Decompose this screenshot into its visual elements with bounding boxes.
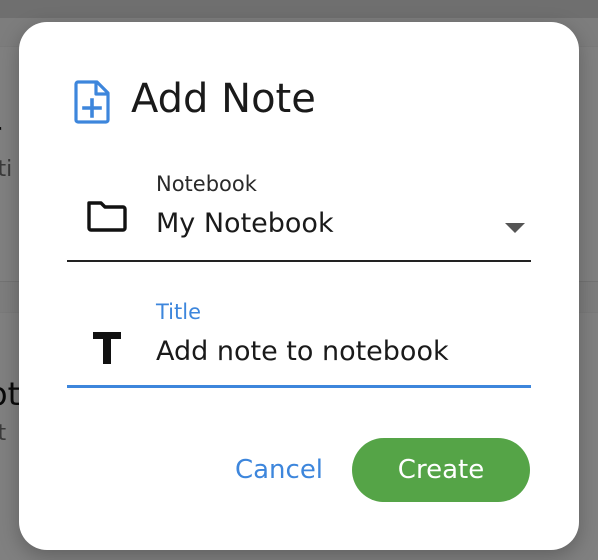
dialog-title: Add Note	[131, 76, 316, 122]
notebook-label: Notebook	[156, 172, 257, 196]
create-button[interactable]: Create	[352, 438, 530, 502]
cancel-button[interactable]: Cancel	[209, 438, 349, 502]
add-note-dialog: Add Note Notebook My Notebook Title Add …	[19, 22, 579, 550]
notebook-value: My Notebook	[156, 208, 334, 239]
title-label: Title	[156, 300, 202, 324]
notebook-underline	[67, 260, 531, 262]
title-value[interactable]: Add note to notebook	[156, 336, 449, 367]
title-input[interactable]: Title Add note to notebook	[67, 298, 531, 392]
notebook-select[interactable]: Notebook My Notebook	[67, 170, 531, 264]
background-card-subtitle: sti	[0, 157, 13, 182]
folder-icon	[85, 194, 129, 238]
note-add-icon	[73, 80, 111, 124]
background-card-subtitle: st	[0, 421, 7, 446]
background-top-bar	[0, 0, 598, 18]
background-card-title: ot	[0, 375, 21, 413]
dialog-actions: Cancel Create	[19, 438, 579, 502]
dropdown-arrow-icon[interactable]	[505, 223, 525, 233]
text-format-icon	[85, 324, 129, 368]
title-underline	[67, 385, 531, 388]
background-card-title: r	[0, 115, 1, 153]
